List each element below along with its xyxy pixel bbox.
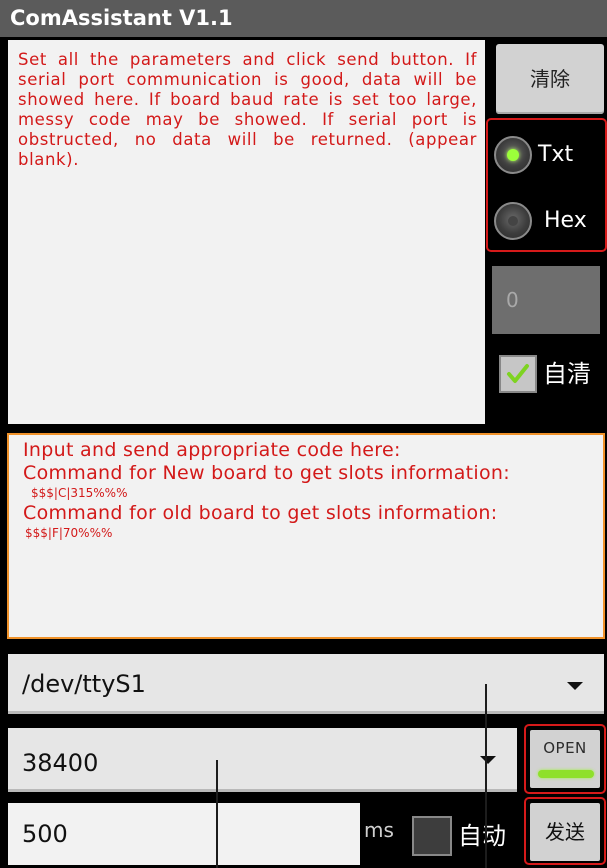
port-dropdown[interactable]: /dev/ttyS1 [8, 654, 604, 714]
send-line-2: Command for New board to get slots infor… [23, 462, 510, 484]
interval-unit-label: ms [364, 818, 394, 842]
send-line-5: $$$|F|70%%% [25, 526, 113, 540]
radio-unselected-dot [508, 216, 518, 226]
auto-clear-checkbox[interactable] [499, 355, 537, 393]
send-button[interactable]: 发送 [530, 803, 600, 861]
counter-field[interactable]: 0 [492, 266, 600, 334]
clear-button[interactable]: 清除 [496, 44, 604, 114]
baud-selected: 38400 [22, 749, 99, 777]
send-line-1: Input and send appropriate code here: [23, 439, 401, 461]
check-icon [507, 364, 529, 383]
format-radio-group: Txt Hex [486, 118, 607, 252]
send-textarea[interactable]: Input and send appropriate code here: Co… [7, 433, 605, 639]
port-selected: /dev/ttyS1 [22, 670, 146, 698]
radio-hex-label[interactable]: Hex [544, 208, 587, 233]
open-label: OPEN [543, 739, 587, 757]
annotation-line [216, 760, 218, 868]
radio-selected-dot [507, 149, 519, 161]
auto-clear-label: 自清 [543, 360, 591, 388]
title-bar: ComAssistant V1.1 [0, 0, 607, 37]
app-title: ComAssistant V1.1 [10, 6, 233, 30]
radio-hex[interactable] [494, 202, 532, 240]
radio-txt[interactable] [494, 136, 532, 174]
annotation-line [485, 684, 487, 868]
chevron-down-icon [567, 682, 583, 690]
send-line-4: Command for old board to get slots infor… [23, 502, 498, 524]
auto-send-label: 自动 [458, 822, 506, 850]
chevron-down-icon [480, 756, 496, 764]
open-button[interactable]: OPEN [530, 730, 600, 788]
open-button-frame: OPEN [524, 724, 606, 794]
auto-send-checkbox[interactable] [412, 816, 452, 856]
interval-input[interactable]: 500 [8, 803, 360, 865]
open-indicator [538, 770, 594, 778]
receive-text: Set all the parameters and click send bu… [18, 50, 477, 169]
send-button-frame: 发送 [524, 797, 606, 865]
baud-dropdown[interactable]: 38400 [8, 728, 517, 792]
send-line-3: $$$|C|315%%% [31, 486, 128, 500]
radio-txt-label[interactable]: Txt [538, 142, 573, 167]
receive-textarea[interactable]: Set all the parameters and click send bu… [8, 40, 485, 424]
